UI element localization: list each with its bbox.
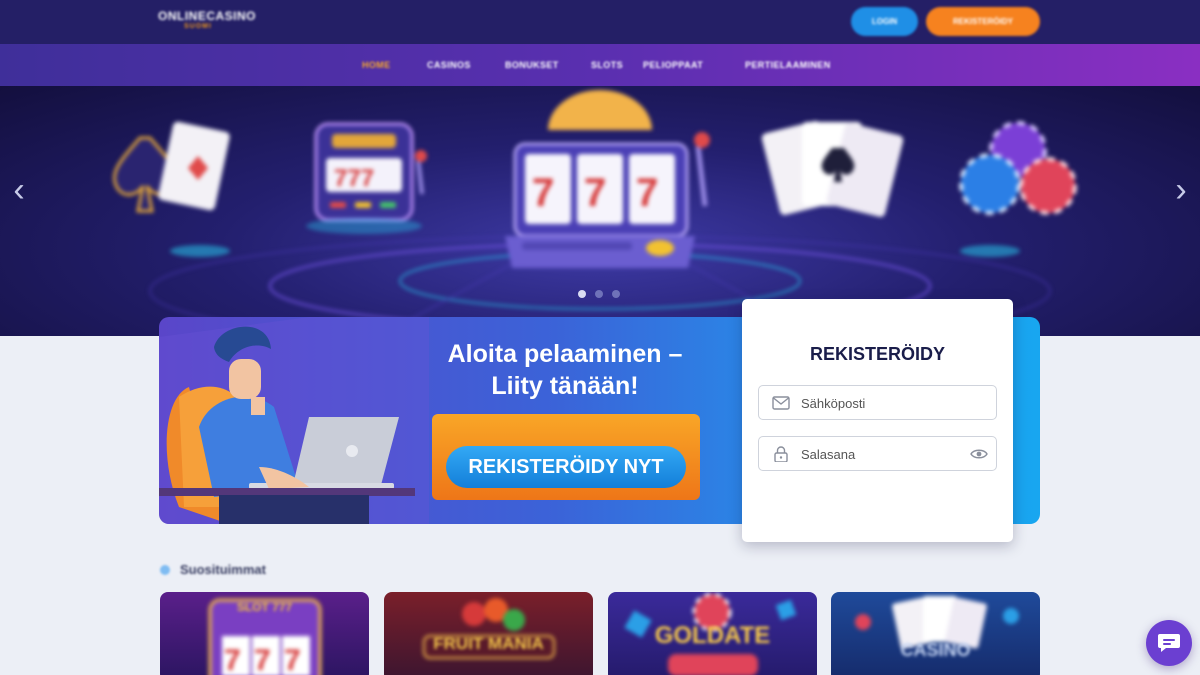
hero-carousel: 777 7 7 7 ‹ › — [0, 86, 1200, 336]
svg-text:7: 7 — [284, 644, 301, 675]
section-title: Suosituimmat — [180, 562, 266, 577]
login-button[interactable]: LOGIN — [851, 7, 918, 36]
carousel-dot[interactable] — [595, 290, 603, 298]
password-input[interactable] — [801, 445, 961, 463]
chat-bubble-icon — [1158, 634, 1180, 652]
game-thumbnail — [855, 596, 1019, 649]
carousel-prev-button[interactable]: ‹ — [4, 170, 34, 210]
games-row: 7 7 7 SLOT 777 FRUIT MANIA GOLDATE CASIN… — [0, 592, 1200, 675]
svg-text:7: 7 — [636, 171, 658, 215]
svg-text:7: 7 — [224, 644, 241, 675]
carousel-indicators — [574, 290, 626, 300]
game-card[interactable]: FRUIT MANIA — [384, 592, 593, 675]
nav-item-pertielaaminen[interactable]: PERTIELAAMINEN — [745, 60, 831, 70]
email-input[interactable] — [801, 394, 961, 412]
site-logo[interactable]: ONLINECASINO SUOMI — [158, 9, 258, 35]
game-title: FRUIT MANIA — [433, 634, 544, 653]
svg-text:777: 777 — [334, 165, 374, 192]
carousel-dot[interactable] — [612, 290, 620, 298]
nav-item-pelioppaat[interactable]: PELIOPPAAT — [643, 60, 703, 70]
carousel-next-button[interactable]: › — [1166, 170, 1196, 210]
promo-title-line1: Aloita pelaaminen – — [447, 340, 683, 368]
game-title: SLOT 777 — [236, 600, 293, 614]
email-field[interactable] — [758, 385, 997, 420]
nav-item-slots[interactable]: SLOTS — [591, 60, 623, 70]
game-card[interactable]: 7 7 7 SLOT 777 — [160, 592, 369, 675]
nav-item-bonukset[interactable]: BONUKSET — [505, 60, 559, 70]
register-title: REKISTERÖIDY — [809, 344, 946, 364]
logo-subtext: SUOMI — [184, 23, 212, 30]
svg-text:7: 7 — [532, 171, 554, 215]
svg-text:7: 7 — [254, 644, 271, 675]
game-card[interactable]: GOLDATE — [608, 592, 817, 675]
person-laptop-illustration — [159, 317, 429, 524]
nav-item-casinos[interactable]: CASINOS — [427, 60, 471, 70]
section-bullet-icon — [160, 565, 170, 575]
signup-button[interactable]: REKISTERÖIDY — [926, 7, 1040, 36]
promo-title: Aloita pelaaminen – Liity tänään! — [415, 338, 715, 402]
register-now-button[interactable]: REKISTERÖIDY NYT — [446, 446, 686, 488]
chat-button[interactable] — [1146, 620, 1192, 666]
carousel-dot[interactable] — [578, 290, 586, 298]
svg-text:7: 7 — [584, 171, 606, 215]
game-card[interactable]: CASINO — [831, 592, 1040, 675]
game-title: CASINO — [900, 640, 971, 660]
eye-icon[interactable] — [970, 447, 988, 461]
password-field[interactable] — [758, 436, 997, 471]
game-title: GOLDATE — [654, 622, 771, 649]
register-card: REKISTERÖIDY — [742, 299, 1013, 542]
logo-text: ONLINECASINO — [158, 9, 257, 23]
nav-item-home[interactable]: HOME — [362, 60, 391, 70]
promo-title-line2: Liity tänään! — [491, 372, 639, 400]
envelope-icon — [772, 396, 790, 410]
lock-icon — [774, 446, 788, 462]
main-nav: HOME CASINOS BONUKSET SLOTS PELIOPPAAT P… — [0, 44, 1200, 86]
top-bar: ONLINECASINO SUOMI LOGIN REKISTERÖIDY — [0, 0, 1200, 44]
